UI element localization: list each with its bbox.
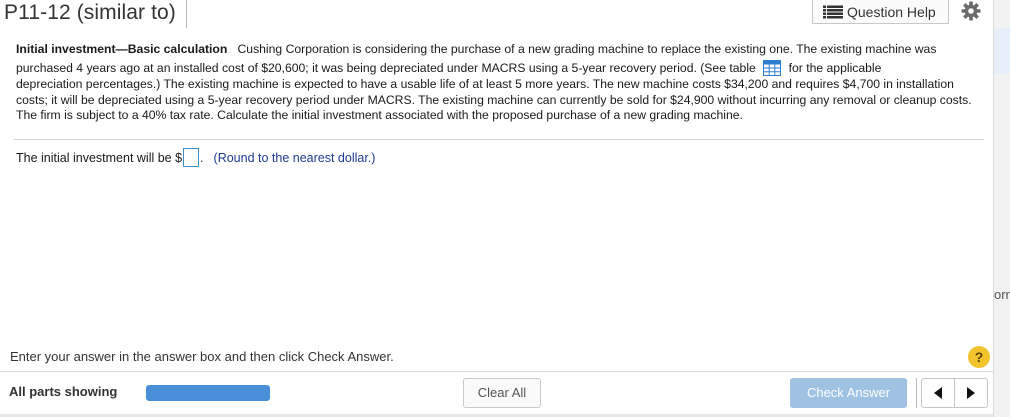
help-icon[interactable]: ? (968, 346, 990, 368)
gear-icon[interactable] (960, 0, 982, 22)
nav-divider (916, 378, 917, 408)
instruction-text: Enter your answer in the answer box and … (10, 349, 394, 364)
problem-text-4: The existing machine is expected to have… (16, 77, 972, 122)
parts-showing-label: All parts showing (9, 384, 118, 399)
parts-progress-bar (146, 385, 270, 401)
question-help-label: Question Help (847, 3, 936, 20)
problem-text-3: depreciation percentages.) (16, 77, 161, 91)
side-panel-peek-text: orr (994, 287, 1010, 302)
answer-suffix: . (200, 150, 204, 165)
problem-statement: Initial investment—Basic calculation Cus… (16, 40, 984, 124)
footer-divider (0, 371, 993, 372)
previous-part-button[interactable] (922, 379, 954, 407)
check-answer-button[interactable]: Check Answer (790, 378, 907, 408)
question-help-button[interactable]: Question Help (812, 0, 949, 24)
title-divider (186, 0, 187, 28)
triangle-right-icon (967, 387, 975, 399)
problem-text-block: depreciation percentages.) The existing … (16, 77, 984, 124)
list-icon (823, 5, 843, 19)
problem-text-2: for the applicable (788, 60, 882, 75)
table-icon[interactable] (763, 59, 782, 76)
next-part-button[interactable] (954, 379, 987, 407)
rounding-hint: (Round to the nearest dollar.) (213, 150, 376, 165)
clear-all-button[interactable]: Clear All (463, 378, 541, 408)
question-panel: P11-12 (similar to) Question Help Initia… (0, 0, 993, 417)
answer-line: The initial investment will be $ . (Roun… (16, 148, 375, 167)
problem-lead: Initial investment—Basic calculation (16, 42, 228, 56)
triangle-left-icon (934, 387, 942, 399)
section-divider (14, 139, 984, 140)
side-panel-edge: orr (993, 0, 1010, 417)
answer-input[interactable] (183, 148, 200, 167)
side-panel-tab[interactable] (994, 28, 1010, 74)
header-bar: P11-12 (similar to) Question Help (0, 0, 993, 28)
answer-prefix: The initial investment will be $ (16, 150, 183, 165)
problem-title: P11-12 (similar to) (4, 1, 176, 24)
part-navigation (921, 378, 988, 408)
parts-progress-fill (146, 385, 270, 401)
